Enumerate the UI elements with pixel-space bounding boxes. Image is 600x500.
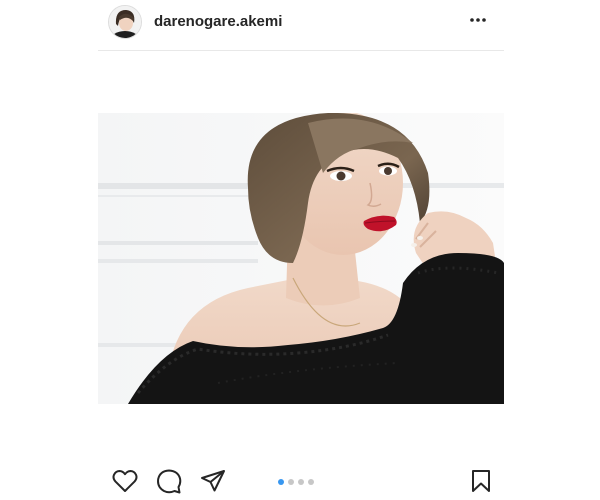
carousel-dot-1 (278, 479, 284, 485)
heart-icon (112, 470, 138, 492)
post-header: darenogare.akemi (98, 0, 504, 51)
carousel-dot-3 (298, 479, 304, 485)
comment-icon (157, 469, 182, 494)
paper-plane-icon (201, 470, 225, 492)
carousel-dot-4 (308, 479, 314, 485)
post-photo[interactable] (98, 113, 504, 404)
avatar[interactable] (108, 5, 142, 39)
comment-button[interactable] (154, 466, 184, 496)
portrait-photo (98, 113, 504, 404)
save-button[interactable] (466, 466, 496, 496)
carousel-indicator (278, 479, 314, 485)
bookmark-icon (472, 470, 490, 492)
more-horizontal-icon (470, 18, 486, 22)
like-button[interactable] (110, 466, 140, 496)
avatar-image (109, 6, 141, 38)
username[interactable]: darenogare.akemi (154, 13, 282, 30)
action-bar (98, 462, 504, 500)
carousel-dot-2 (288, 479, 294, 485)
more-options-button[interactable] (466, 8, 490, 32)
share-button[interactable] (198, 466, 228, 496)
